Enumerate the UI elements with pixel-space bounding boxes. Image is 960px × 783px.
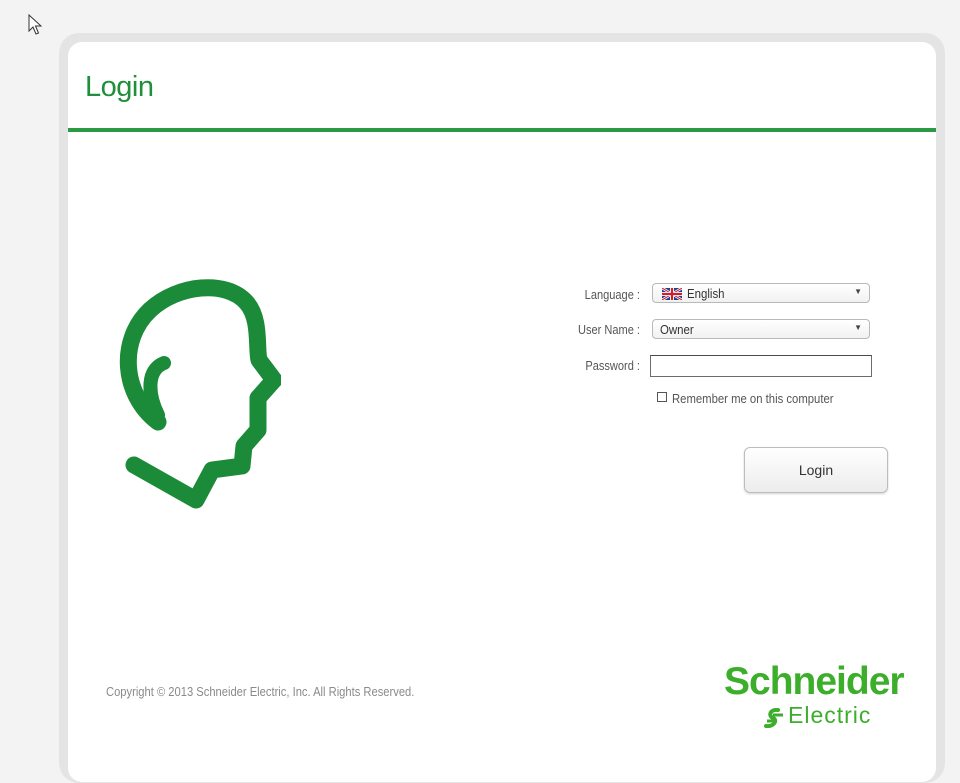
password-label: Password :	[585, 358, 640, 373]
username-select[interactable]: Owner ▼	[652, 319, 870, 339]
title-divider	[68, 128, 936, 132]
remember-me-label[interactable]: Remember me on this computer	[672, 391, 834, 406]
language-select[interactable]: English ▼	[652, 283, 870, 303]
head-profile-logo-icon	[119, 279, 281, 509]
copyright-text: Copyright © 2013 Schneider Electric, Inc…	[106, 684, 415, 699]
uk-flag-icon	[662, 288, 682, 300]
brand-wordmark-top: Schneider	[724, 660, 905, 703]
schneider-electric-logo: Schneider Electric	[720, 660, 910, 732]
language-label: Language :	[584, 287, 640, 302]
password-field[interactable]	[650, 355, 872, 377]
login-button[interactable]: Login	[744, 447, 888, 493]
chevron-down-icon: ▼	[854, 287, 862, 296]
login-panel: Login Language : English ▼ User Name : O…	[68, 42, 936, 782]
chevron-down-icon: ▼	[854, 323, 862, 332]
remember-me-checkbox[interactable]	[657, 392, 667, 402]
language-value: English	[687, 286, 725, 301]
brand-mark-icon	[764, 708, 783, 728]
page-title: Login	[85, 71, 154, 103]
mouse-pointer-icon	[28, 14, 42, 35]
username-label: User Name :	[577, 322, 640, 337]
username-value: Owner	[660, 322, 694, 337]
brand-wordmark-bottom: Electric	[788, 702, 872, 728]
